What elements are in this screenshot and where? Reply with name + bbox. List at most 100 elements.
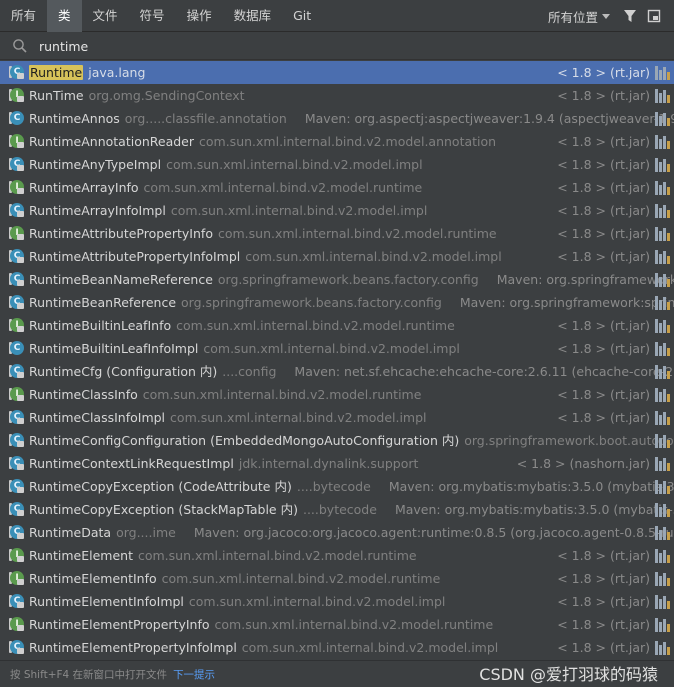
library-icon bbox=[655, 295, 671, 310]
next-hint-link[interactable]: 下一提示 bbox=[173, 667, 215, 682]
result-maven: Maven: org.mybatis:mybatis:3.5.0 (mybati… bbox=[388, 479, 674, 494]
result-name: RuntimeAnyTypeImpl com.sun.xml.internal.b… bbox=[29, 153, 423, 176]
result-row[interactable]: C RuntimeCopyException (CodeAttribute 内).… bbox=[0, 475, 674, 498]
match-highlight: Runtime bbox=[29, 571, 82, 586]
result-name: RuntimeBuiltinLeafInfoImpl com.sun.xml.in… bbox=[29, 337, 460, 360]
result-library: < 1.8 > (rt.jar) bbox=[551, 84, 650, 107]
result-row[interactable]: I RuntimeElement com.sun.xml.internal.bind… bbox=[0, 544, 674, 567]
class-icon: C bbox=[9, 594, 25, 609]
match-highlight: Runtime bbox=[29, 180, 82, 195]
result-name-rest: AttributePropertyInfo bbox=[81, 226, 213, 241]
result-row[interactable]: I RuntimeAnnotationReader com.sun.xml.inte… bbox=[0, 130, 674, 153]
result-name-rest: Data bbox=[81, 525, 112, 540]
result-library: < 1.8 > (rt.jar) bbox=[551, 590, 650, 613]
result-name-rest: CopyException (StackMapTable 内) bbox=[81, 502, 298, 517]
abstract-class-icon: C bbox=[9, 111, 25, 126]
result-row[interactable]: C RuntimeCopyException (StackMapTable 内).… bbox=[0, 498, 674, 521]
result-row[interactable]: C RuntimeAnyTypeImpl com.sun.xml.internal.… bbox=[0, 153, 674, 176]
result-row[interactable]: C RuntimeAttributePropertyInfoImpl com.sun… bbox=[0, 245, 674, 268]
result-name-rest: Cfg (Configuration 内) bbox=[81, 364, 218, 379]
result-maven: Maven: org.aspectj:aspectjweaver:1.9.4 (… bbox=[304, 111, 674, 126]
result-package: com.sun.xml.internal.bind.v2.model.impl bbox=[166, 157, 423, 172]
interface-icon: I bbox=[9, 548, 25, 563]
result-package: com.sun.xml.internal.bind.v2.model.runti… bbox=[217, 226, 497, 241]
result-name-rest: ElementInfo bbox=[81, 571, 157, 586]
popup-header: 所有类文件 符号 操作 数据库 Git 所有位置 bbox=[0, 0, 674, 32]
result-package: com.sun.xml.internal.bind.v2.model.runti… bbox=[143, 180, 423, 195]
result-row[interactable]: I RuntimeArrayInfo com.sun.xml.internal.bi… bbox=[0, 176, 674, 199]
tab-6[interactable]: Git bbox=[282, 0, 322, 32]
result-row[interactable]: C RuntimeElementPropertyInfoImpl com.sun.x… bbox=[0, 636, 674, 659]
result-row[interactable]: C Runtime java.lang < 1.8 > (rt.jar) bbox=[0, 61, 674, 84]
library-icon bbox=[655, 479, 671, 494]
result-row[interactable]: C RuntimeArrayInfoImpl com.sun.xml.interna… bbox=[0, 199, 674, 222]
library-icon bbox=[655, 65, 671, 80]
library-icon bbox=[655, 410, 671, 425]
result-name-rest: BeanNameReference bbox=[81, 272, 213, 287]
tab-3[interactable]: 符号 bbox=[129, 0, 176, 32]
location-dropdown[interactable]: 所有位置 bbox=[548, 7, 610, 26]
result-package: com.sun.xml.internal.bind.v2.model.runti… bbox=[176, 318, 455, 333]
result-row[interactable]: C RuntimeContextLinkRequestImpl jdk.intern… bbox=[0, 452, 674, 475]
result-row[interactable]: C RuntimeBeanReference org.springframework… bbox=[0, 291, 674, 314]
interface-icon: I bbox=[9, 387, 25, 402]
result-row[interactable]: I RuntimeClassInfo com.sun.xml.internal.bi… bbox=[0, 383, 674, 406]
result-name-rest: ClassInfo bbox=[81, 387, 138, 402]
result-name: RuntimeElementPropertyInfoImpl com.sun.xm… bbox=[29, 636, 498, 659]
result-row[interactable]: C RuntimeElementInfoImpl com.sun.xml.inter… bbox=[0, 590, 674, 613]
result-row[interactable]: C RuntimeClassInfoImpl com.sun.xml.interna… bbox=[0, 406, 674, 429]
tab-4[interactable]: 操作 bbox=[176, 0, 223, 32]
filter-icon[interactable] bbox=[620, 6, 640, 26]
match-highlight: Runtime bbox=[29, 479, 82, 494]
tab-2[interactable]: 文件 bbox=[82, 0, 129, 32]
match-highlight: Runtime bbox=[29, 272, 82, 287]
result-row[interactable]: C RuntimeBuiltinLeafInfoImpl com.sun.xml.i… bbox=[0, 337, 674, 360]
match-highlight: Runtime bbox=[29, 525, 82, 540]
results-list: C Runtime java.lang < 1.8 > (rt.jar) I RunTim… bbox=[0, 61, 674, 659]
result-name: RunTime org.omg.SendingContext bbox=[29, 84, 245, 107]
class-icon: C bbox=[9, 640, 25, 655]
result-row[interactable]: C RuntimeCfg (Configuration 内) ....config M… bbox=[0, 360, 674, 383]
result-row[interactable]: I RuntimeElementInfo com.sun.xml.internal.… bbox=[0, 567, 674, 590]
library-icon bbox=[655, 203, 671, 218]
interface-icon: I bbox=[9, 617, 25, 632]
result-package: com.sun.xml.internal.bind.v2.model.runti… bbox=[137, 548, 417, 563]
result-row[interactable]: I RuntimeAttributePropertyInfo com.sun.xml… bbox=[0, 222, 674, 245]
result-name-rest: CopyException (CodeAttribute 内) bbox=[81, 479, 292, 494]
result-row[interactable]: I RuntimeElementPropertyInfo com.sun.xml.i… bbox=[0, 613, 674, 636]
result-name-rest: AnnotationReader bbox=[81, 134, 195, 149]
result-row[interactable]: I RunTime org.omg.SendingContext < 1.8 > (r… bbox=[0, 84, 674, 107]
tab-5[interactable]: 数据库 bbox=[223, 0, 283, 32]
result-library: < 1.8 > (rt.jar) bbox=[551, 567, 650, 590]
result-maven: Maven: org.springframework:sp... bbox=[496, 272, 674, 287]
result-library: < 1.8 > (rt.jar) bbox=[551, 130, 650, 153]
match-highlight: Runtime bbox=[29, 134, 82, 149]
search-input[interactable] bbox=[39, 38, 539, 54]
header-actions: 所有位置 bbox=[548, 0, 674, 32]
result-row[interactable]: C RuntimeBeanNameReference org.springframe… bbox=[0, 268, 674, 291]
tab-1[interactable]: 类 bbox=[47, 0, 82, 32]
match-highlight: Runtime bbox=[29, 433, 82, 448]
result-row[interactable]: I RuntimeBuiltinLeafInfo com.sun.xml.inter… bbox=[0, 314, 674, 337]
library-icon bbox=[655, 364, 671, 379]
result-row[interactable]: C RuntimeData org....ime Maven: org.jacoco:… bbox=[0, 521, 674, 544]
result-name-rest: ContextLinkRequestImpl bbox=[81, 456, 234, 471]
search-bar bbox=[0, 33, 674, 60]
tab-0[interactable]: 所有 bbox=[0, 0, 47, 32]
result-name: Runtime java.lang bbox=[29, 61, 145, 84]
result-library: < 1.8 > (rt.jar) bbox=[551, 199, 650, 222]
library-icon bbox=[655, 548, 671, 563]
result-name: RuntimeCfg (Configuration 内) ....config Ma… bbox=[29, 360, 674, 383]
result-row[interactable]: C RuntimeAnnos org.....classfile.annotatio… bbox=[0, 107, 674, 130]
result-row[interactable]: C RuntimeConfigConfiguration (EmbeddedMon… bbox=[0, 429, 674, 452]
result-package: com.sun.xml.internal.bind.v2.model.annot… bbox=[199, 134, 497, 149]
result-name: RuntimeConfigConfiguration (EmbeddedMong… bbox=[29, 429, 674, 452]
result-name: RuntimeArrayInfoImpl com.sun.xml.internal… bbox=[29, 199, 427, 222]
open-in-window-icon[interactable] bbox=[644, 6, 664, 26]
result-library: < 1.8 > (rt.jar) bbox=[551, 245, 650, 268]
search-icon bbox=[12, 38, 28, 54]
result-name-rest: Element bbox=[81, 548, 133, 563]
result-name: RuntimeAttributePropertyInfo com.sun.xml.… bbox=[29, 222, 497, 245]
result-name-rest: Annos bbox=[81, 111, 120, 126]
library-icon bbox=[655, 157, 671, 172]
